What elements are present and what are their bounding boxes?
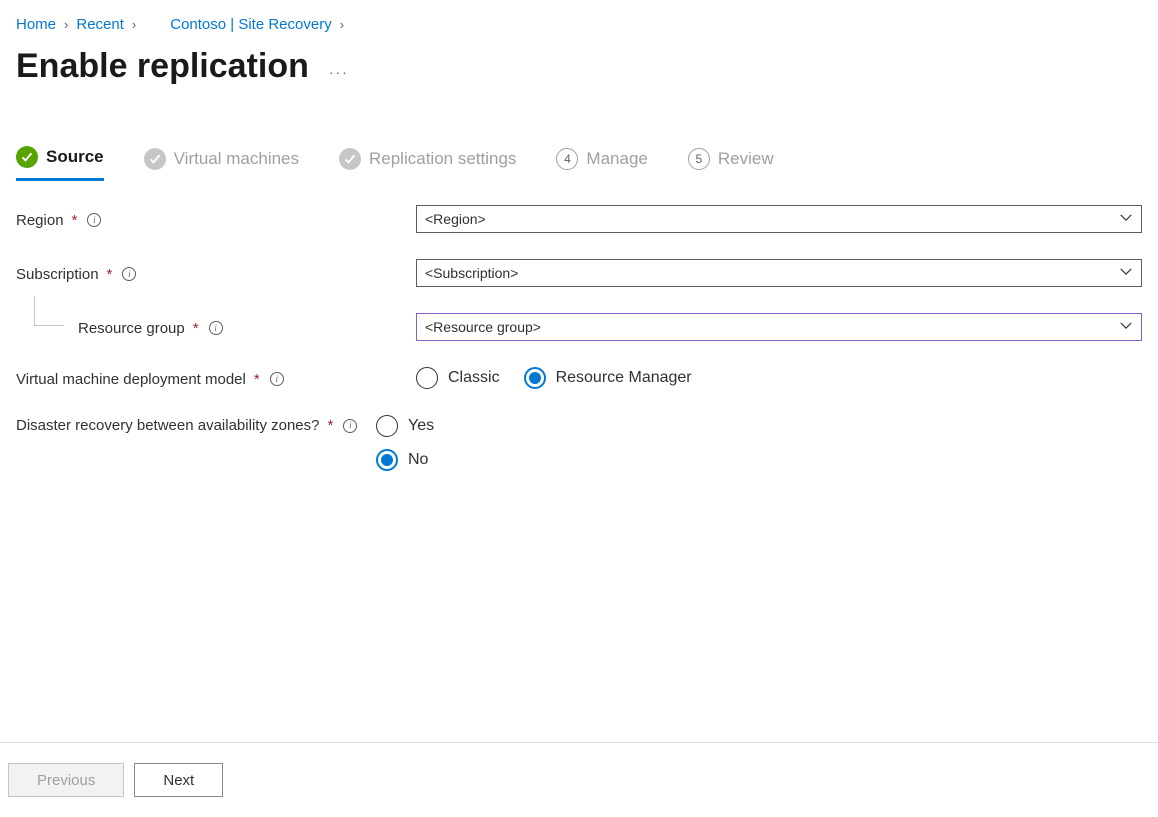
tab-source-label: Source [46,147,104,167]
resource-group-select[interactable]: <Resource group> [416,313,1142,341]
radio-icon [416,367,438,389]
tab-vm-label: Virtual machines [174,149,299,169]
tab-replication-label: Replication settings [369,149,516,169]
chevron-down-icon [1119,211,1133,228]
tab-virtual-machines[interactable]: Virtual machines [144,148,299,180]
chevron-right-icon: › [132,17,136,32]
wizard-tabs: Source Virtual machines Replication sett… [16,146,1142,181]
required-indicator: * [193,320,199,337]
dr-zones-no-radio[interactable]: No [376,449,1116,471]
radio-icon [524,367,546,389]
info-icon[interactable]: i [87,213,101,227]
tab-review-label: Review [718,149,774,169]
step-number-icon: 5 [688,148,710,170]
dr-zones-label: Disaster recovery between availability z… [16,417,319,434]
more-actions-button[interactable]: ··· [329,54,349,80]
info-icon[interactable]: i [270,372,284,386]
breadcrumb-site-recovery[interactable]: Contoso | Site Recovery [170,16,331,33]
required-indicator: * [107,266,113,283]
check-icon [339,148,361,170]
radio-label: Yes [408,417,434,435]
tab-replication-settings[interactable]: Replication settings [339,148,516,180]
next-button[interactable]: Next [134,763,223,797]
check-icon [16,146,38,168]
radio-icon [376,449,398,471]
source-form: Region * i <Region> Subscription [16,205,1142,471]
chevron-down-icon [1119,265,1133,282]
info-icon[interactable]: i [209,321,223,335]
radio-label: Classic [448,369,500,387]
resource-group-label: Resource group [78,320,185,337]
subscription-label: Subscription [16,266,99,283]
dr-zones-yes-radio[interactable]: Yes [376,415,1116,437]
tab-manage-label: Manage [586,149,647,169]
previous-button[interactable]: Previous [8,763,124,797]
info-icon[interactable]: i [122,267,136,281]
required-indicator: * [72,212,78,229]
subscription-select[interactable]: <Subscription> [416,259,1142,287]
resource-group-select-value: <Resource group> [425,319,541,335]
radio-label: Resource Manager [556,369,692,387]
region-select[interactable]: <Region> [416,205,1142,233]
subscription-select-value: <Subscription> [425,265,518,281]
check-icon [144,148,166,170]
tab-source[interactable]: Source [16,146,104,181]
chevron-right-icon: › [64,17,68,32]
info-icon[interactable]: i [343,419,357,433]
region-label: Region [16,212,64,229]
step-number-icon: 4 [556,148,578,170]
radio-icon [376,415,398,437]
page-title: Enable replication [16,47,309,86]
breadcrumb-home[interactable]: Home [16,16,56,33]
deployment-model-label: Virtual machine deployment model [16,371,246,388]
chevron-down-icon [1119,319,1133,336]
tab-review[interactable]: 5 Review [688,148,774,180]
required-indicator: * [327,417,333,434]
tab-manage[interactable]: 4 Manage [556,148,647,180]
breadcrumb-recent[interactable]: Recent [76,16,124,33]
region-select-value: <Region> [425,211,486,227]
radio-label: No [408,451,428,469]
deployment-model-classic-radio[interactable]: Classic [416,367,500,389]
breadcrumb: Home › Recent › Contoso | Site Recovery … [16,12,1142,47]
required-indicator: * [254,371,260,388]
deployment-model-resource-manager-radio[interactable]: Resource Manager [524,367,692,389]
chevron-right-icon: › [340,17,344,32]
wizard-footer: Previous Next [0,743,1158,817]
tree-connector-icon [34,296,64,326]
